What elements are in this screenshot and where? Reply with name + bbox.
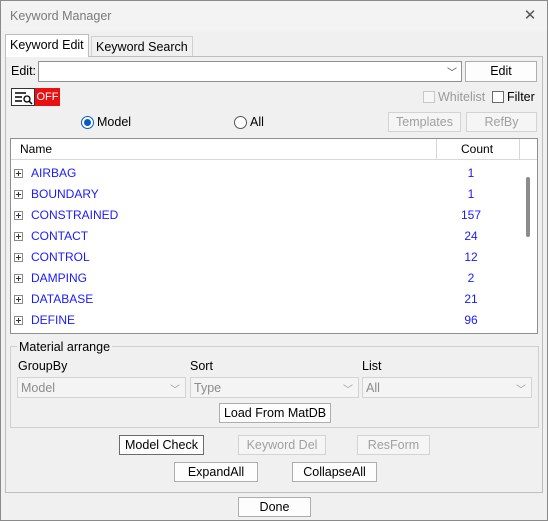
tree-row-constrained[interactable]: CONSTRAINED 157 (11, 205, 521, 226)
expand-icon[interactable] (14, 316, 23, 325)
tab-keyword-edit-label: Keyword Edit (10, 38, 84, 52)
tree-row-control[interactable]: CONTROL 12 (11, 247, 521, 268)
tree-row-name: AIRBAG (31, 166, 77, 180)
sort-label: Sort (190, 359, 213, 373)
tree-row-count: 24 (464, 229, 478, 243)
model-radio-label: Model (97, 115, 132, 129)
tree-row-count: 96 (464, 313, 478, 327)
chevron-down-icon: ﹀ (516, 385, 526, 396)
tree-row-airbag[interactable]: AIRBAG 1 (11, 163, 521, 184)
expand-all-button[interactable]: ExpandAll (174, 462, 258, 482)
expand-icon[interactable] (14, 232, 23, 241)
window-title: Keyword Manager (10, 9, 112, 23)
expand-icon[interactable] (14, 274, 23, 283)
tree-row-count: 12 (464, 250, 478, 264)
tree-row-name: DATABASE (31, 292, 94, 306)
tree-row-boundary[interactable]: BOUNDARY 1 (11, 184, 521, 205)
list-label: List (362, 359, 382, 373)
expand-icon[interactable] (14, 169, 23, 178)
edit-combobox[interactable]: ﹀ (38, 61, 462, 82)
filter-label: Filter (507, 90, 535, 104)
tree-row-name: BOUNDARY (31, 187, 99, 201)
tree-header: Name Count (11, 139, 537, 160)
column-count-header[interactable]: Count (461, 142, 493, 156)
load-from-matdb-button[interactable]: Load From MatDB (219, 403, 331, 423)
tab-keyword-edit[interactable]: Keyword Edit (5, 34, 89, 57)
whitelist-checkbox[interactable] (423, 91, 435, 103)
keyword-manager-window: Keyword Manager ✕ Keyword Edit Keyword S… (0, 0, 548, 521)
keyword-del-button[interactable]: Keyword Del (238, 435, 326, 455)
collapse-all-button[interactable]: CollapseAll (292, 462, 377, 482)
edit-label: Edit: (11, 64, 37, 78)
column-divider (519, 139, 520, 160)
groupby-label: GroupBy (18, 359, 68, 373)
keyword-tree[interactable]: Name Count AIRBAG 1 BOUNDARY 1 CONSTRAINED 15… (10, 138, 538, 334)
groupby-select[interactable]: Model ﹀ (17, 377, 186, 398)
list-value: All (366, 381, 380, 395)
filter-state: OFF (35, 88, 60, 106)
column-divider (436, 139, 437, 160)
sort-select[interactable]: Type ﹀ (190, 377, 359, 398)
expand-icon[interactable] (14, 295, 23, 304)
refby-button[interactable]: RefBy (466, 112, 537, 132)
close-icon[interactable]: ✕ (521, 7, 539, 25)
tree-row-count: 1 (467, 187, 475, 201)
tree-row-count: 1 (467, 166, 475, 180)
done-button[interactable]: Done (238, 497, 311, 517)
chevron-down-icon: ﹀ (343, 385, 353, 396)
model-check-button[interactable]: Model Check (119, 435, 204, 455)
tree-row-define[interactable]: DEFINE 96 (11, 310, 521, 331)
filter-checkbox[interactable] (492, 91, 504, 103)
tab-keyword-search-label: Keyword Search (96, 40, 188, 54)
column-name-header[interactable]: Name (20, 142, 52, 156)
edit-button[interactable]: Edit (465, 61, 537, 82)
tree-row-name: DAMPING (31, 271, 88, 285)
sort-value: Type (194, 381, 222, 395)
expand-icon[interactable] (14, 211, 23, 220)
model-radio[interactable] (81, 116, 94, 129)
title-bar: Keyword Manager ✕ (1, 1, 547, 31)
material-arrange-title: Material arrange (17, 340, 113, 354)
tree-row-database[interactable]: DATABASE 21 (11, 289, 521, 310)
tree-row-count: 21 (464, 292, 478, 306)
tree-row-count: 2 (467, 271, 475, 285)
scrollbar-thumb[interactable] (526, 177, 530, 237)
tree-row-contact[interactable]: CONTACT 24 (11, 226, 521, 247)
tree-row-name: CONTACT (31, 229, 89, 243)
tab-keyword-search[interactable]: Keyword Search (91, 36, 193, 58)
resform-button[interactable]: ResForm (357, 435, 430, 455)
chevron-down-icon: ﹀ (170, 385, 180, 396)
search-list-icon (11, 88, 35, 106)
chevron-down-icon[interactable]: ﹀ (447, 64, 457, 79)
list-select[interactable]: All ﹀ (362, 377, 532, 398)
expand-icon[interactable] (14, 253, 23, 262)
expand-icon[interactable] (14, 190, 23, 199)
templates-button[interactable]: Templates (388, 112, 461, 132)
tree-row-name: CONSTRAINED (31, 208, 119, 222)
filter-toggle[interactable]: OFF (11, 88, 60, 106)
tree-row-name: DEFINE (31, 313, 76, 327)
all-radio-label: All (250, 115, 264, 129)
tree-row-name: CONTROL (31, 250, 90, 264)
tree-row-count: 157 (460, 208, 482, 222)
whitelist-label: Whitelist (438, 90, 486, 104)
tree-row-damping[interactable]: DAMPING 2 (11, 268, 521, 289)
all-radio[interactable] (234, 116, 247, 129)
groupby-value: Model (21, 381, 56, 395)
